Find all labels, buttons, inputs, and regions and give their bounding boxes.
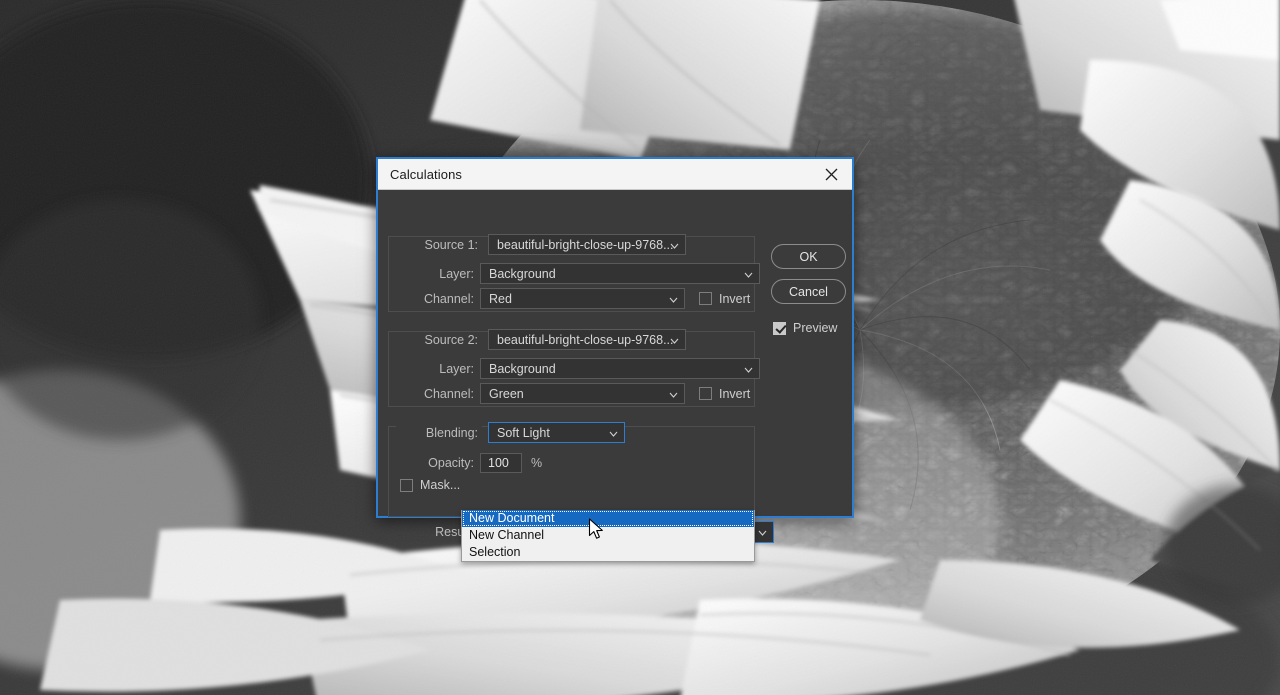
source2-invert-label: Invert bbox=[719, 386, 751, 401]
opacity-label: Opacity: bbox=[428, 456, 474, 470]
source2-invert-checkbox[interactable]: Invert bbox=[699, 387, 750, 401]
source1-layer-label: Layer: bbox=[439, 266, 474, 281]
source2-layer-value: Background bbox=[489, 361, 556, 376]
preview-checkbox[interactable]: Preview bbox=[773, 321, 837, 335]
close-button[interactable] bbox=[810, 159, 852, 189]
chevron-down-icon bbox=[670, 238, 679, 252]
result-dropdown-list[interactable]: New Document New Channel Selection bbox=[461, 510, 755, 562]
dialog-title: Calculations bbox=[390, 166, 463, 182]
source2-layer-row: Layer: Background bbox=[396, 358, 760, 379]
blending-select[interactable]: Soft Light bbox=[488, 422, 625, 443]
chevron-down-icon bbox=[670, 333, 679, 347]
blending-value: Soft Light bbox=[497, 425, 550, 440]
source1-layer-select[interactable]: Background bbox=[480, 263, 760, 284]
source1-channel-select[interactable]: Red bbox=[480, 288, 685, 309]
checkbox-box bbox=[773, 321, 786, 335]
source1-value: beautiful-bright-close-up-9768... bbox=[497, 237, 674, 252]
source1-row: Source 1: beautiful-bright-close-up-9768… bbox=[396, 234, 696, 255]
chevron-down-icon bbox=[669, 387, 678, 401]
blending-label: Blending: bbox=[396, 425, 482, 440]
opacity-value: 100 bbox=[488, 456, 509, 470]
chevron-down-icon bbox=[669, 292, 678, 306]
source1-layer-value: Background bbox=[489, 266, 556, 281]
source2-label: Source 2: bbox=[396, 332, 482, 347]
source2-channel-label: Channel: bbox=[423, 386, 474, 401]
dropdown-option-new-document[interactable]: New Document bbox=[462, 510, 754, 527]
checkbox-box bbox=[699, 387, 712, 400]
chevron-down-icon bbox=[758, 525, 767, 539]
checkbox-box bbox=[699, 292, 712, 305]
source2-layer-select[interactable]: Background bbox=[480, 358, 760, 379]
source1-channel-value: Red bbox=[489, 291, 512, 306]
mask-label: Mask... bbox=[420, 478, 461, 492]
opacity-percent-symbol: % bbox=[531, 456, 543, 470]
close-icon bbox=[825, 168, 837, 180]
source1-invert-checkbox[interactable]: Invert bbox=[699, 292, 750, 306]
source2-value: beautiful-bright-close-up-9768... bbox=[497, 332, 674, 347]
preview-label: Preview bbox=[793, 321, 838, 335]
dropdown-option-new-channel[interactable]: New Channel bbox=[462, 527, 754, 544]
dropdown-option-selection[interactable]: Selection bbox=[462, 544, 754, 561]
source2-channel-value: Green bbox=[489, 386, 524, 401]
source2-select[interactable]: beautiful-bright-close-up-9768... bbox=[488, 329, 686, 350]
screen: Calculations Source 1: beautiful-bright-… bbox=[0, 0, 1280, 695]
source1-label: Source 1: bbox=[396, 237, 482, 252]
cancel-button[interactable]: Cancel bbox=[771, 279, 846, 304]
source1-channel-row: Channel: Red Invert bbox=[396, 288, 750, 309]
source1-layer-row: Layer: Background bbox=[396, 263, 760, 284]
source1-channel-label: Channel: bbox=[423, 291, 474, 306]
source2-channel-row: Channel: Green Invert bbox=[396, 383, 750, 404]
source2-layer-label: Layer: bbox=[439, 361, 474, 376]
ok-button[interactable]: OK bbox=[771, 244, 846, 269]
source1-select[interactable]: beautiful-bright-close-up-9768... bbox=[488, 234, 686, 255]
dialog-titlebar: Calculations bbox=[378, 159, 852, 190]
opacity-row: Opacity: 100 % bbox=[396, 453, 542, 473]
chevron-down-icon bbox=[609, 426, 618, 440]
checkbox-box bbox=[400, 478, 413, 492]
source2-row: Source 2: beautiful-bright-close-up-9768… bbox=[396, 329, 696, 350]
source1-invert-label: Invert bbox=[719, 291, 751, 306]
dialog-body: Source 1: beautiful-bright-close-up-9768… bbox=[378, 190, 852, 543]
mask-checkbox[interactable]: Mask... bbox=[400, 478, 460, 492]
chevron-down-icon bbox=[744, 362, 753, 376]
source2-channel-select[interactable]: Green bbox=[480, 383, 685, 404]
blending-row: Blending: Soft Light bbox=[396, 422, 625, 443]
opacity-input[interactable]: 100 bbox=[480, 453, 522, 473]
chevron-down-icon bbox=[744, 267, 753, 281]
calculations-dialog: Calculations Source 1: beautiful-bright-… bbox=[376, 157, 854, 543]
